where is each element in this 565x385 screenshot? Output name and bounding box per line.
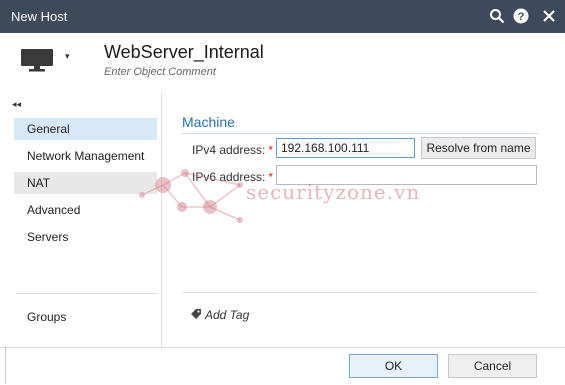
window-title: New Host xyxy=(11,9,68,24)
ipv4-label: IPv4 address: * xyxy=(192,143,274,157)
resolve-from-name-button[interactable]: Resolve from name xyxy=(421,137,536,159)
cancel-button[interactable]: Cancel xyxy=(448,354,537,378)
add-tag-link[interactable]: Add Tag xyxy=(205,308,249,322)
sidebar: ◂◂ General Network Management NAT Advanc… xyxy=(0,93,162,347)
watermark-text: securityzone.vn xyxy=(246,180,421,204)
tag-divider xyxy=(182,292,538,293)
search-icon[interactable] xyxy=(488,7,506,25)
window-edge xyxy=(0,346,6,384)
dialog-footer: OK Cancel xyxy=(0,347,565,385)
sidebar-divider xyxy=(16,293,158,294)
general-panel: Machine IPv4 address:* Resolve from name… xyxy=(162,93,565,347)
close-icon[interactable] xyxy=(540,7,558,25)
required-marker: * xyxy=(268,143,274,157)
chevron-down-icon[interactable]: ▾ xyxy=(65,51,70,62)
sidebar-item-nat[interactable]: NAT xyxy=(14,172,157,194)
sidebar-item-general[interactable]: General xyxy=(14,118,157,140)
object-header: ▾ WebServer_Internal Enter Object Commen… xyxy=(0,33,565,93)
collapse-sidebar-icon[interactable]: ◂◂ xyxy=(12,99,21,110)
section-title: Machine xyxy=(182,114,235,130)
host-computer-icon[interactable] xyxy=(19,47,55,72)
tag-icon[interactable] xyxy=(190,308,202,320)
sidebar-item-servers[interactable]: Servers xyxy=(14,226,157,248)
section-divider xyxy=(182,133,538,134)
sidebar-item-groups[interactable]: Groups xyxy=(14,306,157,328)
object-comment[interactable]: Enter Object Comment xyxy=(104,66,216,78)
object-name[interactable]: WebServer_Internal xyxy=(104,42,264,63)
svg-text:?: ? xyxy=(518,11,525,23)
title-bar: New Host ? xyxy=(0,0,565,33)
help-icon[interactable]: ? xyxy=(512,7,530,25)
sidebar-item-advanced[interactable]: Advanced xyxy=(14,199,157,221)
ipv4-address-field[interactable] xyxy=(276,138,415,158)
ok-button[interactable]: OK xyxy=(349,354,438,378)
sidebar-item-network-management[interactable]: Network Management xyxy=(14,145,157,167)
